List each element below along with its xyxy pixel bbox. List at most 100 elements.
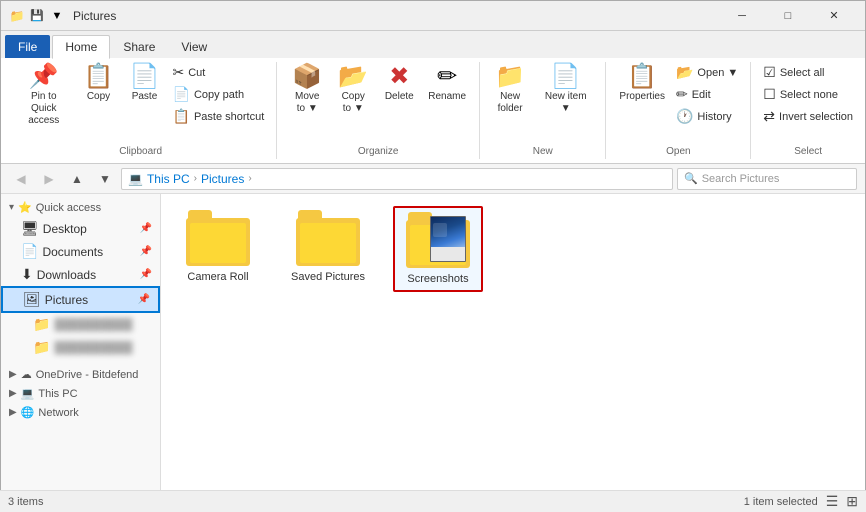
copy-path-label: Copy path	[194, 89, 244, 101]
new-item-label: New item ▼	[539, 91, 592, 115]
delete-label: Delete	[385, 91, 414, 103]
search-box[interactable]: 🔍 Search Pictures	[677, 168, 857, 190]
paste-shortcut-button[interactable]: 📋 Paste shortcut	[169, 106, 269, 127]
history-label: History	[697, 111, 731, 123]
organize-label: Organize	[277, 144, 479, 157]
tab-file[interactable]: File	[5, 35, 50, 58]
title-bar-left: 📁 💾 ▼ Pictures	[9, 8, 116, 24]
paste-shortcut-label: Paste shortcut	[194, 111, 264, 123]
paste-shortcut-icon: 📋	[173, 108, 190, 125]
invert-selection-icon: ⇄	[763, 108, 775, 125]
tab-home[interactable]: Home	[52, 35, 110, 59]
maximize-button[interactable]: □	[765, 1, 811, 31]
folder-camera-roll[interactable]: Camera Roll	[173, 206, 263, 292]
copy-to-button[interactable]: 📂 Copyto ▼	[331, 62, 375, 118]
title-bar: 📁 💾 ▼ Pictures ─ □ ✕	[1, 1, 865, 31]
properties-icon: 📋	[627, 65, 657, 89]
thispc-arrow: ▶	[9, 388, 17, 399]
group-organize: 📦 Moveto ▼ 📂 Copyto ▼ ✖ Delete ✏ Rename …	[277, 62, 480, 159]
network-section[interactable]: ▶ 🌐 Network	[1, 403, 160, 422]
quick-access-section[interactable]: ▾ ⭐ Quick access	[1, 198, 160, 217]
edit-button[interactable]: ✏ Edit	[672, 84, 742, 105]
pin-button[interactable]: 📌 Pin to Quickaccess	[13, 62, 75, 130]
rename-button[interactable]: ✏ Rename	[423, 62, 471, 106]
status-bar: 3 items 1 item selected ☰ ⊞	[0, 490, 866, 512]
delete-button[interactable]: ✖ Delete	[377, 62, 421, 106]
delete-icon: ✖	[389, 65, 409, 89]
select-none-label: Select none	[780, 89, 838, 101]
address-path[interactable]: 💻 This PC › Pictures ›	[121, 168, 673, 190]
paste-label: Paste	[132, 91, 158, 103]
copy-label: Copy	[87, 91, 110, 103]
copy-button[interactable]: 📋 Copy	[77, 62, 121, 106]
network-label: Network	[38, 407, 78, 419]
paste-icon: 📄	[130, 65, 160, 89]
paste-button[interactable]: 📄 Paste	[123, 62, 167, 106]
back-button[interactable]: ◀	[9, 167, 33, 191]
select-label: Select	[751, 144, 865, 157]
select-all-button[interactable]: ☑ Select all	[759, 62, 857, 83]
ribbon-tabs: File Home Share View	[1, 31, 865, 58]
group-clipboard: 📌 Pin to Quickaccess 📋 Copy 📄 Paste ✂ Cu…	[5, 62, 277, 159]
select-all-icon: ☑	[763, 64, 776, 81]
properties-button[interactable]: 📋 Properties	[614, 62, 670, 106]
sidebar-item-pictures[interactable]: 🖼 Pictures 📌	[1, 286, 160, 313]
new-folder-button[interactable]: 📁 Newfolder	[488, 62, 532, 118]
copy-path-button[interactable]: 📄 Copy path	[169, 84, 269, 105]
window-title: Pictures	[73, 9, 116, 23]
rename-label: Rename	[428, 91, 466, 103]
onedrive-icon: ☁	[21, 368, 32, 381]
edit-label: Edit	[692, 89, 711, 101]
onedrive-label: OneDrive - Bitdefend	[36, 369, 139, 381]
edit-icon: ✏	[676, 86, 688, 103]
select-none-button[interactable]: ☐ Select none	[759, 84, 857, 105]
pictures-pin: 📌	[138, 294, 150, 305]
recent-button[interactable]: ▼	[93, 167, 117, 191]
select-all-label: Select all	[780, 67, 825, 79]
quick-access-label: Quick access	[36, 202, 101, 214]
view-toggle-list[interactable]: ☰	[826, 493, 839, 510]
sidebar-item-downloads[interactable]: ⬇ Downloads 📌	[1, 263, 160, 286]
pictures-link[interactable]: Pictures	[201, 172, 244, 186]
sidebar-item-desktop[interactable]: 🖥 Desktop 📌	[1, 217, 160, 240]
sidebar-sub2[interactable]: 📁 ██████████	[1, 336, 160, 359]
move-to-icon: 📦	[292, 65, 322, 89]
search-icon: 🔍	[684, 172, 698, 185]
view-toggle-grid[interactable]: ⊞	[846, 493, 858, 510]
history-button[interactable]: 🕐 History	[672, 106, 742, 127]
open-icon: 📂	[676, 64, 693, 81]
close-button[interactable]: ✕	[811, 1, 857, 31]
downloads-icon: ⬇	[21, 266, 33, 283]
group-new: 📁 Newfolder 📄 New item ▼ New	[480, 62, 606, 159]
new-item-button[interactable]: 📄 New item ▼	[534, 62, 597, 118]
tab-view[interactable]: View	[168, 35, 220, 58]
open-button[interactable]: 📂 Open ▼	[672, 62, 742, 83]
tab-share[interactable]: Share	[110, 35, 168, 58]
screenshots-icon	[406, 212, 470, 268]
pictures-label: Pictures	[45, 293, 88, 307]
sub2-label: ██████████	[54, 342, 132, 354]
saved-pictures-label: Saved Pictures	[291, 270, 365, 284]
move-to-button[interactable]: 📦 Moveto ▼	[285, 62, 329, 118]
invert-selection-button[interactable]: ⇄ Invert selection	[759, 106, 857, 127]
minimize-button[interactable]: ─	[719, 1, 765, 31]
search-placeholder: Search Pictures	[702, 173, 780, 185]
cut-button[interactable]: ✂ Cut	[169, 62, 269, 83]
sidebar: ▾ ⭐ Quick access 🖥 Desktop 📌 📄 Documents…	[1, 194, 161, 510]
forward-button[interactable]: ▶	[37, 167, 61, 191]
properties-label: Properties	[619, 91, 665, 103]
thispc-section[interactable]: ▶ 💻 This PC	[1, 384, 160, 403]
sidebar-sub1[interactable]: 📁 ██████████	[1, 313, 160, 336]
thispc-icon: 💻	[21, 387, 35, 400]
folder-screenshots[interactable]: Screenshots	[393, 206, 483, 292]
up-button[interactable]: ▲	[65, 167, 89, 191]
new-folder-icon: 📁	[495, 65, 525, 89]
window-controls[interactable]: ─ □ ✕	[719, 1, 857, 31]
computer-icon: 💻	[128, 172, 143, 186]
onedrive-arrow: ▶	[9, 369, 17, 380]
network-arrow: ▶	[9, 407, 17, 418]
folder-saved-pictures[interactable]: Saved Pictures	[283, 206, 373, 292]
onedrive-section[interactable]: ▶ ☁ OneDrive - Bitdefend	[1, 365, 160, 384]
sidebar-item-documents[interactable]: 📄 Documents 📌	[1, 240, 160, 263]
this-pc-link[interactable]: This PC	[147, 172, 190, 186]
